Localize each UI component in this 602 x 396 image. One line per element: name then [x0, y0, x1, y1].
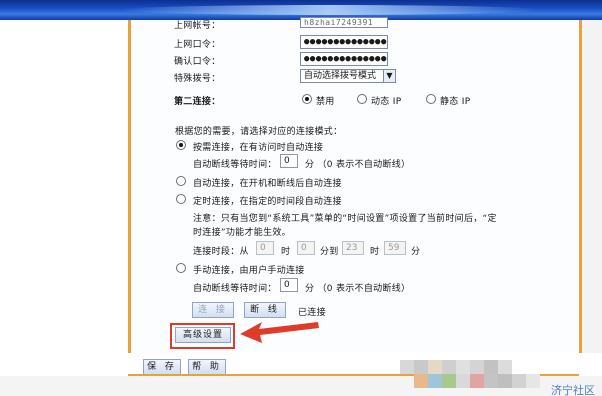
- mosaic-tile: [498, 374, 512, 388]
- arrow-left-icon: [240, 322, 319, 343]
- mosaic-tile: [512, 374, 526, 388]
- mosaic-tile: [456, 360, 470, 374]
- mosaic-tile: [484, 360, 498, 374]
- watermark-text: 济宁社区: [551, 384, 595, 396]
- mosaic-tile: [498, 360, 512, 374]
- help-button[interactable]: 帮 助: [188, 359, 226, 375]
- mosaic-tile: [414, 374, 428, 388]
- mosaic-tile: [526, 374, 540, 388]
- mosaic-tile: [442, 374, 456, 388]
- mosaic-tile: [414, 360, 428, 374]
- mosaic-tile: [442, 360, 456, 374]
- mosaic-tile: [470, 374, 484, 388]
- mosaic-tile: [456, 374, 470, 388]
- mosaic-tile: [484, 374, 498, 388]
- mosaic-tile: [428, 374, 442, 388]
- mosaic-tile: [400, 360, 414, 374]
- mosaic-tile: [428, 360, 442, 374]
- mosaic-tile: [470, 360, 484, 374]
- save-button[interactable]: 保 存: [143, 359, 181, 375]
